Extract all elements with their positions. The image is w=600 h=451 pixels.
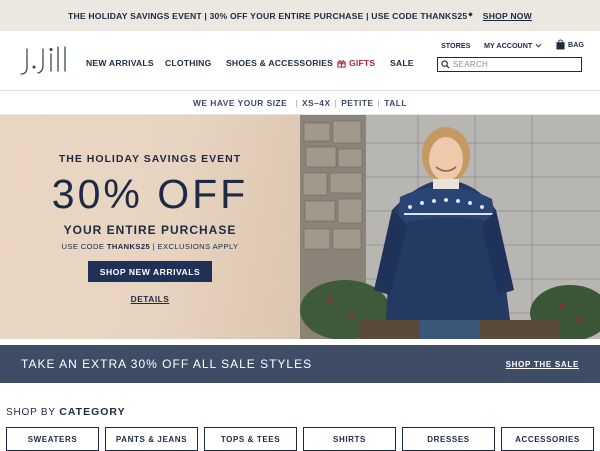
hero-promo-panel: THE HOLIDAY SAVINGS EVENT 30% OFF YOUR E… — [0, 115, 300, 339]
promo-bar: THE HOLIDAY SAVINGS EVENT | 30% OFF YOUR… — [0, 0, 600, 31]
size-option-petite[interactable]: PETITE — [341, 98, 373, 108]
my-account-label: MY ACCOUNT — [484, 41, 533, 50]
sale-banner: TAKE AN EXTRA 30% OFF ALL SALE STYLES SH… — [0, 345, 600, 383]
divider: | — [295, 97, 298, 108]
promo-marker: ⬥ — [468, 12, 473, 18]
logo-j-jill[interactable] — [18, 45, 70, 79]
shopping-bag-icon — [556, 39, 565, 50]
shop-by-prefix: SHOP BY — [6, 407, 56, 418]
hero-subhead: YOUR ENTIRE PURCHASE — [63, 223, 237, 237]
my-account-menu[interactable]: MY ACCOUNT — [484, 41, 542, 50]
stores-link[interactable]: STORES — [441, 41, 470, 50]
size-option-xs-4x[interactable]: XS–4X — [302, 98, 331, 108]
hero-details-wrap: DETAILS — [0, 294, 300, 304]
bag-button[interactable]: BAG — [556, 39, 584, 50]
hero-banner: THE HOLIDAY SAVINGS EVENT 30% OFF YOUR E… — [0, 115, 600, 339]
nav-gifts[interactable]: GIFTS — [337, 58, 375, 68]
chevron-down-icon — [535, 43, 542, 48]
divider: | — [377, 97, 381, 108]
category-shirts[interactable]: SHIRTS — [303, 427, 396, 451]
nav-clothing[interactable]: CLOTHING — [165, 58, 211, 68]
sizes-bar: WE HAVE YOUR SIZE | XS–4X | PETITE | TAL… — [0, 91, 600, 115]
nav-new-arrivals[interactable]: NEW ARRIVALS — [86, 58, 154, 68]
details-link[interactable]: DETAILS — [131, 294, 170, 304]
shop-the-sale-link[interactable]: SHOP THE SALE — [506, 360, 579, 369]
search-box[interactable] — [437, 57, 582, 72]
shop-new-arrivals-button[interactable]: SHOP NEW ARRIVALS — [88, 261, 212, 282]
category-pants-jeans[interactable]: PANTS & JEANS — [105, 427, 198, 451]
category-tiles: SWEATERS PANTS & JEANS TOPS & TEES SHIRT… — [6, 427, 594, 451]
category-accessories[interactable]: ACCESSORIES — [501, 427, 594, 451]
search-icon — [441, 60, 450, 69]
search-input[interactable] — [453, 60, 573, 69]
shop-by-title: CATEGORY — [59, 406, 126, 418]
category-sweaters[interactable]: SWEATERS — [6, 427, 99, 451]
hero-code-prefix: USE CODE — [61, 242, 105, 251]
shop-by-category-heading: SHOP BY CATEGORY — [6, 406, 600, 418]
nav-shoes-accessories[interactable]: SHOES & ACCESSORIES — [226, 58, 333, 68]
hero-model-image — [300, 115, 600, 339]
promo-text: THE HOLIDAY SAVINGS EVENT | 30% OFF YOUR… — [68, 10, 468, 21]
sizes-label: WE HAVE YOUR SIZE — [192, 97, 288, 108]
promo-shop-now-link[interactable]: SHOP NOW — [483, 11, 532, 21]
divider: | — [334, 97, 338, 108]
gift-icon — [337, 59, 346, 68]
hero-code: THANKS25 — [106, 242, 151, 251]
category-tops-tees[interactable]: TOPS & TEES — [204, 427, 297, 451]
hero-code-suffix: | EXCLUSIONS APPLY — [152, 242, 239, 251]
sale-banner-text: TAKE AN EXTRA 30% OFF ALL SALE STYLES — [21, 357, 313, 371]
hero-code-line: USE CODE THANKS25 | EXCLUSIONS APPLY — [0, 242, 300, 251]
hero-photo — [300, 115, 600, 339]
hero-headline: 30% OFF — [51, 171, 249, 217]
nav-sale[interactable]: SALE — [390, 58, 414, 68]
category-dresses[interactable]: DRESSES — [402, 427, 495, 451]
hero-eyebrow: THE HOLIDAY SAVINGS EVENT — [58, 153, 242, 165]
size-option-tall[interactable]: TALL — [384, 98, 407, 108]
site-header: NEW ARRIVALS CLOTHING SHOES & ACCESSORIE… — [0, 31, 600, 91]
bag-label: BAG — [568, 40, 584, 49]
nav-gifts-label: GIFTS — [349, 58, 376, 68]
